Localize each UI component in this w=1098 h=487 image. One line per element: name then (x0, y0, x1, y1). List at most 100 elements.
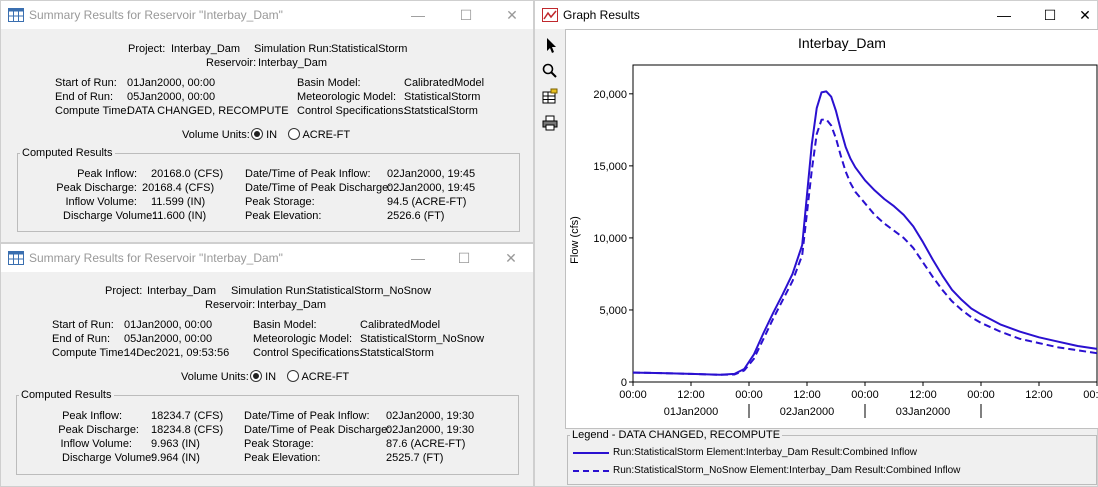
minimize-icon[interactable]: — (981, 1, 1027, 29)
x-tick-label: 00:00 (1083, 389, 1098, 401)
discharge-volume-value: 9.964 (IN) (151, 452, 200, 464)
unit-acre-ft-label: ACRE-FT (301, 371, 350, 383)
datetime-peak-inflow-label: Date/Time of Peak Inflow: (244, 410, 370, 422)
graph-titlebar[interactable]: Graph Results — ☐ ✕ (535, 1, 1097, 29)
discharge-volume-label: Discharge Volume: (63, 210, 156, 222)
y-axis-label: Flow (cfs) (569, 216, 581, 264)
volume-units-label: Volume Units: (181, 371, 249, 383)
pointer-icon[interactable] (540, 35, 560, 55)
simulation-run-value: StatisticalStorm (331, 43, 408, 55)
print-icon[interactable] (540, 113, 560, 133)
peak-storage-label: Peak Storage: (245, 196, 315, 208)
control-spec-value: StatsticalStorm (360, 347, 434, 359)
y-tick-label: 20,000 (593, 89, 627, 101)
meteorologic-model-label: Meteorologic Model: (253, 333, 353, 345)
computed-results-title: Computed Results (21, 389, 112, 401)
reservoir-value: Interbay_Dam (258, 57, 328, 69)
volume-units-acre-ft-radio[interactable]: ACRE-FT (288, 128, 350, 141)
summary-titlebar[interactable]: Summary Results for Reservoir "Interbay_… (1, 244, 533, 272)
start-of-run-value: 01Jan2000, 00:00 (124, 319, 213, 331)
compute-time-value: 14Dec2021, 09:53:56 (124, 347, 230, 359)
maximize-icon[interactable]: ☐ (441, 244, 487, 272)
simulation-run-label: Simulation Run: (254, 43, 332, 55)
close-icon[interactable]: ✕ (1071, 1, 1098, 29)
peak-elevation-value: 2526.6 (FT) (387, 210, 445, 222)
peak-elevation-label: Peak Elevation: (245, 210, 322, 222)
start-of-run-value: 01Jan2000, 00:00 (127, 77, 216, 89)
computed-results-title: Computed Results (22, 147, 113, 159)
maximize-icon[interactable]: ☐ (443, 1, 489, 29)
start-of-run-label: Start of Run: (52, 319, 114, 331)
close-icon[interactable]: ✕ (489, 1, 535, 29)
volume-units-in-radio[interactable]: IN (251, 128, 277, 141)
end-of-run-label: End of Run: (52, 333, 111, 345)
datetime-peak-discharge-value: 02Jan2000, 19:45 (387, 182, 476, 194)
compute-time-value: DATA CHANGED, RECOMPUTE (127, 105, 289, 117)
maximize-icon[interactable]: ☐ (1027, 1, 1073, 29)
end-of-run-label: End of Run: (55, 91, 114, 103)
peak-elevation-value: 2525.7 (FT) (386, 452, 444, 464)
y-tick-label: 0 (621, 377, 627, 389)
summary-window-statisticalstorm: Summary Results for Reservoir "Interbay_… (0, 0, 534, 243)
peak-storage-value: 94.5 (ACRE-FT) (387, 196, 467, 208)
peak-inflow-label: Peak Inflow: (62, 410, 122, 422)
chart-icon (542, 8, 558, 22)
unit-acre-ft-label: ACRE-FT (302, 129, 351, 141)
compute-time-label: Compute Time: (52, 347, 127, 359)
x-tick-label: 00:00 (735, 389, 763, 401)
window-title: Summary Results for Reservoir "Interbay_… (29, 251, 283, 265)
peak-inflow-value: 20168.0 (CFS) (151, 168, 224, 180)
day-label: 01Jan2000 (664, 406, 718, 418)
close-icon[interactable]: ✕ (488, 244, 534, 272)
summary-titlebar[interactable]: Summary Results for Reservoir "Interbay_… (1, 1, 533, 29)
x-tick-label: 12:00 (909, 389, 937, 401)
volume-units-acre-ft-radio[interactable]: ACRE-FT (287, 370, 349, 383)
peak-storage-label: Peak Storage: (244, 438, 314, 450)
inflow-volume-value: 11.599 (IN) (151, 196, 206, 208)
basin-model-value: CalibratedModel (404, 77, 485, 89)
window-title: Summary Results for Reservoir "Interbay_… (29, 8, 283, 22)
minimize-icon[interactable]: — (395, 244, 441, 272)
peak-storage-value: 87.6 (ACRE-FT) (386, 438, 466, 450)
x-tick-label: 00:00 (967, 389, 995, 401)
radio-unchecked-icon (288, 128, 300, 140)
control-spec-value: StatsticalStorm (404, 105, 478, 117)
volume-units-in-radio[interactable]: IN (250, 370, 276, 383)
project-label: Project: (128, 43, 166, 55)
basin-model-value: CalibratedModel (360, 319, 441, 331)
zoom-icon[interactable] (540, 61, 560, 81)
datetime-peak-inflow-value: 02Jan2000, 19:30 (386, 410, 475, 422)
legend-entry-2: Run:StatisticalStorm_NoSnow Element:Inte… (613, 465, 961, 476)
reservoir-label: Reservoir: (206, 57, 257, 69)
minimize-icon[interactable]: — (395, 1, 441, 29)
summary-window-statisticalstorm-nosnow: Summary Results for Reservoir "Interbay_… (0, 243, 534, 487)
radio-checked-icon (250, 370, 262, 382)
project-label: Project: (105, 285, 143, 297)
datetime-peak-discharge-label: Date/Time of Peak Discharge: (245, 182, 392, 194)
graph-results-window: Graph Results — ☐ ✕ Interbay_Dam Flow (c (534, 0, 1098, 487)
simulation-run-label: Simulation Run: (231, 285, 309, 297)
flow-chart[interactable]: Interbay_Dam Flow (cfs) 0 5,000 10,000 15,0… (566, 30, 1098, 428)
project-value: Interbay_Dam (147, 285, 217, 297)
table-icon (8, 251, 24, 265)
unit-in-label: IN (266, 129, 278, 141)
basin-model-label: Basin Model: (253, 319, 317, 331)
unit-in-label: IN (265, 371, 277, 383)
day-label: 03Jan2000 (896, 406, 950, 418)
inflow-volume-label: Inflow Volume: (60, 438, 132, 450)
peak-discharge-value: 18234.8 (CFS) (151, 424, 224, 436)
radio-unchecked-icon (287, 370, 299, 382)
meteorologic-model-value: StatisticalStorm_NoSnow (360, 333, 485, 345)
legend-entry-1: Run:StatisticalStorm Element:Interbay_Da… (613, 447, 918, 458)
day-label: 02Jan2000 (780, 406, 834, 418)
control-spec-label: Control Specifications: (253, 347, 363, 359)
graph-toolbar (535, 29, 565, 486)
discharge-volume-value: 11.600 (IN) (152, 210, 207, 222)
peak-discharge-label: Peak Discharge: (56, 182, 137, 194)
basin-model-label: Basin Model: (297, 77, 361, 89)
table-view-icon[interactable] (540, 87, 560, 107)
meteorologic-model-label: Meteorologic Model: (297, 91, 397, 103)
datetime-peak-discharge-value: 02Jan2000, 19:30 (386, 424, 475, 436)
peak-inflow-value: 18234.7 (CFS) (151, 410, 224, 422)
x-tick-label: 00:00 (619, 389, 647, 401)
